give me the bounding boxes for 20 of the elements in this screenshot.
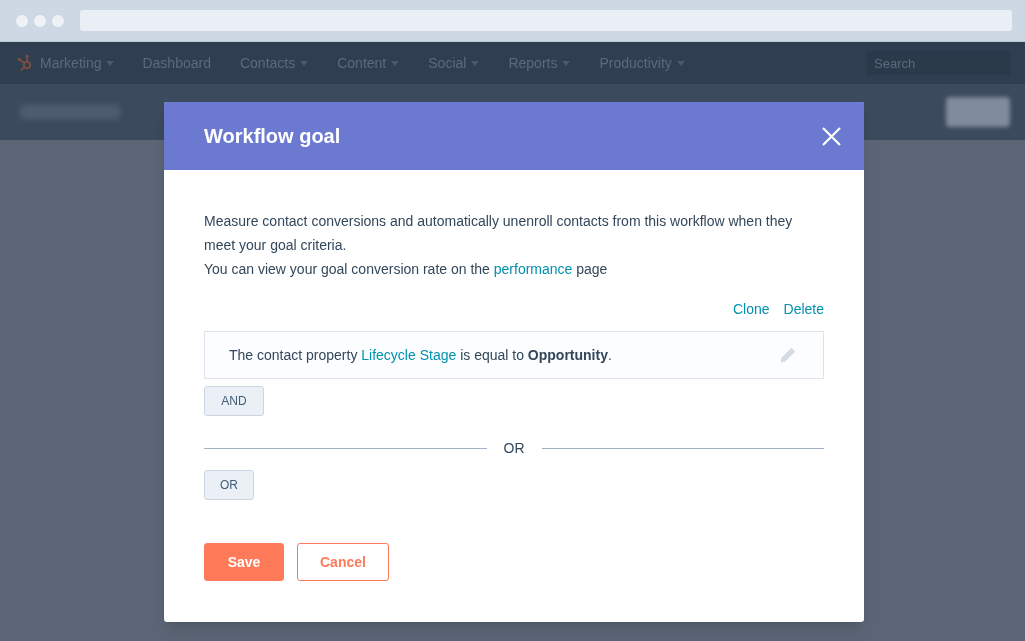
cancel-button[interactable]: Cancel bbox=[297, 543, 389, 581]
action-link[interactable]: Clone bbox=[732, 297, 770, 321]
sprocket-icon[interactable] bbox=[17, 54, 33, 72]
modal-title: Workflow goal bbox=[204, 124, 341, 149]
or-button[interactable]: OR bbox=[204, 470, 254, 500]
performance-note: You can view your goal conversion rate on the performance page bbox=[204, 260, 609, 279]
condition-text: The contact property Lifecycle Stage is equal to Opportunity. bbox=[229, 346, 612, 365]
address-bar[interactable] bbox=[80, 10, 1012, 31]
close-icon bbox=[822, 126, 841, 146]
and-button[interactable]: AND bbox=[204, 386, 264, 416]
close-button[interactable] bbox=[822, 126, 841, 146]
divider-label: OR bbox=[503, 439, 525, 458]
description-text: Measure contact conversions and automatically unenroll contacts from this workflow when they meet your goal criteria. bbox=[204, 212, 794, 255]
property-link[interactable]: Lifecycle Stage bbox=[361, 347, 457, 363]
window-controls-icon[interactable] bbox=[16, 14, 64, 27]
action-link[interactable]: Delete bbox=[783, 297, 824, 321]
save-button[interactable]: Save bbox=[204, 543, 284, 581]
performance-link[interactable]: performance bbox=[493, 261, 573, 277]
pencil-icon[interactable] bbox=[780, 347, 796, 363]
blurred-button-placeholder bbox=[946, 97, 1010, 127]
